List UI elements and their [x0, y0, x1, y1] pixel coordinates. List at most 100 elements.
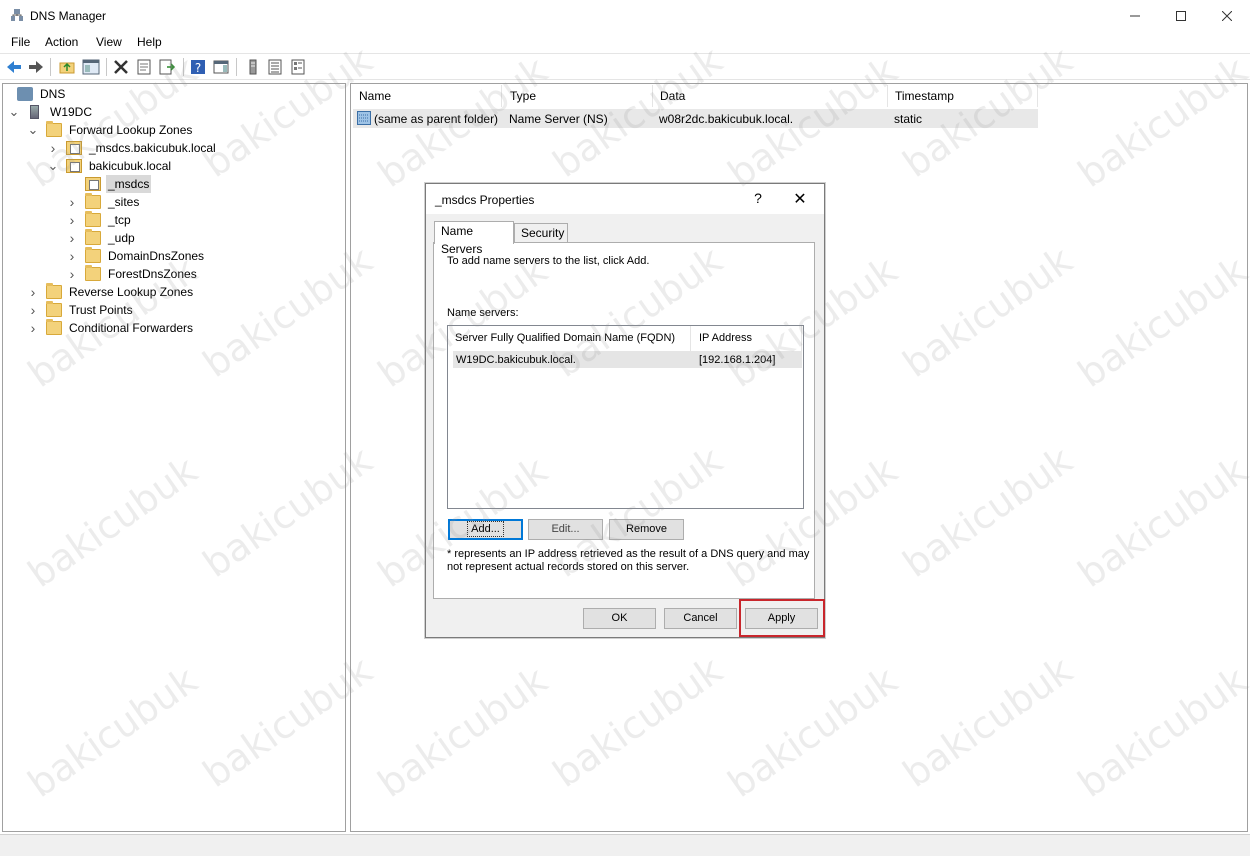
console-tree[interactable]: DNS ⌄ W19DC ⌄ Forward Lookup Zones › _msdcs.ba…: [2, 83, 346, 832]
column-header-fqdn[interactable]: Server Fully Qualified Domain Name (FQDN…: [448, 326, 691, 351]
menu-action[interactable]: Action: [45, 35, 78, 49]
tree-item[interactable]: › DomainDnsZones: [67, 247, 206, 265]
chevron-down-icon[interactable]: ⌄: [48, 157, 59, 175]
maximize-button[interactable]: [1158, 0, 1204, 31]
list-view-icon[interactable]: [266, 58, 284, 76]
server-icon[interactable]: [244, 58, 262, 76]
back-arrow-icon[interactable]: [5, 58, 23, 76]
tree-item-label: W19DC: [50, 105, 93, 119]
zone-icon: [66, 141, 82, 155]
tree-item[interactable]: › _udp: [67, 229, 137, 247]
dialog-title-bar: _msdcs Properties ? ✕: [426, 184, 824, 214]
chevron-right-icon[interactable]: ›: [28, 319, 38, 337]
forward-arrow-icon[interactable]: [27, 58, 45, 76]
folder-icon: [85, 193, 101, 209]
svg-text:?: ?: [195, 61, 201, 75]
folder-icon: [85, 229, 101, 245]
tree-item[interactable]: ⌄ Forward Lookup Zones: [28, 121, 194, 139]
dns-manager-icon: [11, 9, 23, 21]
title-bar: DNS Manager: [0, 0, 1250, 31]
tab-security[interactable]: Security: [514, 223, 568, 243]
menu-view[interactable]: View: [96, 35, 122, 49]
tree-item-label: DomainDnsZones: [108, 249, 205, 263]
close-button[interactable]: [1204, 0, 1250, 31]
chevron-right-icon[interactable]: ›: [67, 247, 77, 265]
name-servers-list[interactable]: Server Fully Qualified Domain Name (FQDN…: [447, 325, 804, 509]
column-header-ip[interactable]: IP Address: [692, 326, 802, 351]
chevron-right-icon[interactable]: ›: [28, 283, 38, 301]
folder-icon: [46, 121, 62, 137]
tree-item-label: DNS: [40, 87, 66, 101]
tree-item[interactable]: › _tcp: [67, 211, 133, 229]
show-action-pane-icon[interactable]: [212, 58, 230, 76]
minimize-button[interactable]: [1112, 0, 1158, 31]
tree-item[interactable]: DNS: [9, 85, 67, 103]
menu-file[interactable]: File: [11, 35, 30, 49]
dns-icon: [17, 87, 33, 101]
delete-icon[interactable]: [112, 58, 130, 76]
tree-item-label: Trust Points: [69, 303, 133, 317]
minimize-icon: [1130, 15, 1140, 16]
folder-icon: [85, 247, 101, 263]
help-icon[interactable]: ?: [189, 58, 207, 76]
tab-name-servers[interactable]: Name Servers: [434, 221, 514, 256]
chevron-right-icon[interactable]: ›: [67, 229, 77, 247]
tree-item-label: _msdcs.bakicubuk.local: [89, 141, 216, 155]
maximize-icon: [1176, 10, 1186, 21]
tree-item[interactable]: › Reverse Lookup Zones: [28, 283, 195, 301]
folder-icon: [46, 283, 62, 299]
status-bar: [0, 834, 1250, 856]
detail-view-icon[interactable]: [289, 58, 307, 76]
dialog-help-button[interactable]: ?: [750, 190, 766, 208]
tree-item-label: _sites: [108, 195, 140, 209]
tree-item[interactable]: › _sites: [67, 193, 141, 211]
remove-button[interactable]: Remove: [609, 519, 684, 540]
menu-bar: File Action View Help: [0, 31, 1250, 53]
apply-highlight-box: [739, 599, 825, 637]
chevron-right-icon[interactable]: ›: [28, 301, 38, 319]
column-header-type[interactable]: Type: [503, 85, 653, 107]
folder-icon: [85, 211, 101, 227]
add-button-label: Add...: [467, 521, 504, 537]
toolbar: ?: [0, 53, 1250, 80]
tree-item-label: Forward Lookup Zones: [69, 123, 193, 137]
server-icon: [30, 105, 39, 119]
tree-item[interactable]: _msdcs: [67, 175, 152, 193]
properties-dialog: _msdcs Properties ? ✕ Name Servers Secur…: [425, 183, 825, 638]
close-icon: [1222, 10, 1232, 21]
tree-item[interactable]: › Conditional Forwarders: [28, 319, 195, 337]
folder-icon: [85, 265, 101, 281]
chevron-down-icon[interactable]: ⌄: [9, 103, 20, 121]
column-header-name[interactable]: Name: [352, 85, 502, 107]
chevron-right-icon[interactable]: ›: [67, 193, 77, 211]
tree-item[interactable]: ⌄ W19DC: [9, 103, 94, 121]
folder-icon: [46, 301, 62, 317]
dialog-close-button[interactable]: ✕: [790, 189, 810, 209]
chevron-down-icon[interactable]: ⌄: [28, 121, 39, 139]
chevron-right-icon[interactable]: ›: [67, 211, 77, 229]
properties-icon[interactable]: [135, 58, 153, 76]
chevron-right-icon[interactable]: ›: [67, 265, 77, 283]
note-text-line2: not represent actual records stored on t…: [447, 561, 690, 573]
zone-icon: [66, 159, 82, 173]
show-hide-console-tree-icon[interactable]: [82, 58, 100, 76]
menu-help[interactable]: Help: [137, 35, 162, 49]
up-folder-icon[interactable]: [58, 58, 76, 76]
tree-item[interactable]: ⌄ bakicubuk.local: [48, 157, 173, 175]
column-header-timestamp[interactable]: Timestamp: [888, 85, 1038, 107]
tree-item-label: Conditional Forwarders: [69, 321, 194, 335]
export-list-icon[interactable]: [158, 58, 176, 76]
ok-button[interactable]: OK: [583, 608, 656, 629]
edit-button[interactable]: Edit...: [528, 519, 603, 540]
tree-item[interactable]: › _msdcs.bakicubuk.local: [48, 139, 218, 157]
window-title: DNS Manager: [30, 9, 107, 23]
chevron-right-icon[interactable]: ›: [48, 139, 58, 157]
tree-item[interactable]: › ForestDnsZones: [67, 265, 199, 283]
ns-ip: [192.168.1.204]: [699, 354, 776, 366]
tree-item[interactable]: › Trust Points: [28, 301, 135, 319]
note-text-line1: * represents an IP address retrieved as …: [447, 548, 810, 560]
cancel-button[interactable]: Cancel: [664, 608, 737, 629]
column-header-data[interactable]: Data: [653, 85, 888, 107]
add-button[interactable]: Add...: [448, 519, 523, 540]
